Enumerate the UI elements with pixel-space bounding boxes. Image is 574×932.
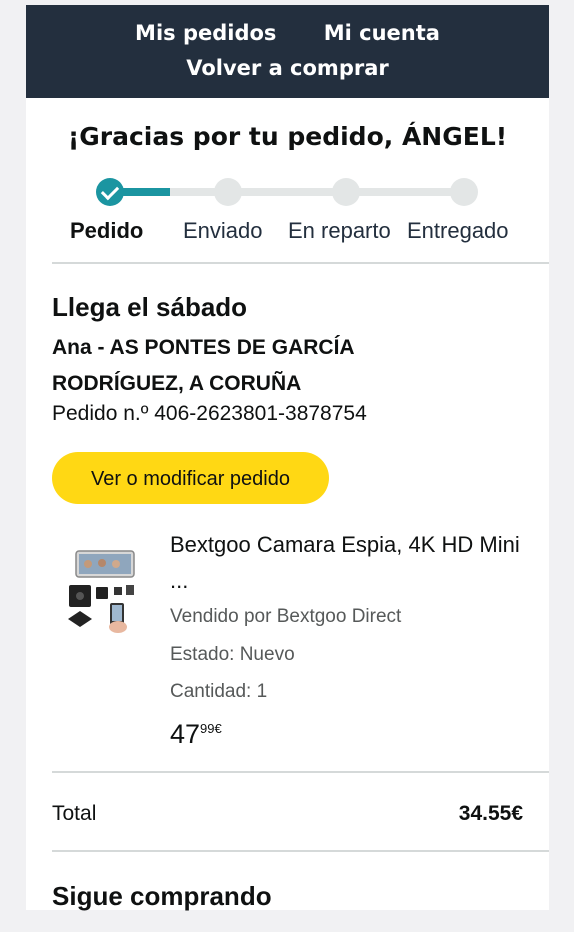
divider xyxy=(52,771,549,773)
progress-segment-3 xyxy=(228,188,346,196)
step-label-shipped: Enviado xyxy=(183,218,263,243)
price-fraction: 99€ xyxy=(200,721,222,736)
product-seller: Vendido por Bextgoo Direct xyxy=(170,606,402,627)
step-shipped-dot xyxy=(214,178,242,206)
product-title-link[interactable]: Bextgoo Camara Espia, 4K HD Mini ... xyxy=(170,527,530,599)
step-label-delivered: Entregado xyxy=(407,218,509,243)
shipping-address: Ana - AS PONTES DE GARCÍA RODRÍGUEZ, A C… xyxy=(52,336,354,395)
step-label-ordered: Pedido xyxy=(70,218,144,243)
step-out-for-delivery-dot xyxy=(332,178,360,206)
price-whole: 47 xyxy=(170,719,201,749)
product-thumbnail[interactable] xyxy=(66,545,146,635)
total-value: 34.55€ xyxy=(458,802,523,825)
nav-my-account-link[interactable]: Mi cuenta xyxy=(324,21,440,45)
progress-segment-4 xyxy=(346,188,464,196)
product-price: 4799€ xyxy=(170,719,222,750)
arrival-day: Llega el sábado xyxy=(52,292,248,322)
total-label: Total xyxy=(52,802,97,825)
thanks-heading: ¡Gracias por tu pedido, ÁNGEL! xyxy=(67,122,508,151)
shipment-progress-tracker xyxy=(26,172,549,212)
nav-buy-again-link[interactable]: Volver a comprar xyxy=(186,56,388,80)
order-number: Pedido n.º 406-2623801-3878754 xyxy=(52,402,367,425)
product-quantity: Cantidad: 1 xyxy=(170,681,268,702)
step-ordered-check-icon xyxy=(96,178,124,206)
step-label-out-for-delivery: En reparto xyxy=(288,218,391,243)
top-navigation: Mis pedidos Mi cuenta Volver a comprar xyxy=(26,5,549,98)
divider xyxy=(52,850,549,852)
view-modify-order-button[interactable]: Ver o modificar pedido xyxy=(52,452,329,504)
product-condition: Estado: Nuevo xyxy=(170,644,295,665)
nav-my-orders-link[interactable]: Mis pedidos xyxy=(135,21,276,45)
order-confirmation-card: Mis pedidos Mi cuenta Volver a comprar ¡… xyxy=(26,5,549,911)
step-delivered-dot xyxy=(450,178,478,206)
continue-shopping-heading: Sigue comprando xyxy=(52,881,272,911)
divider xyxy=(52,262,549,264)
